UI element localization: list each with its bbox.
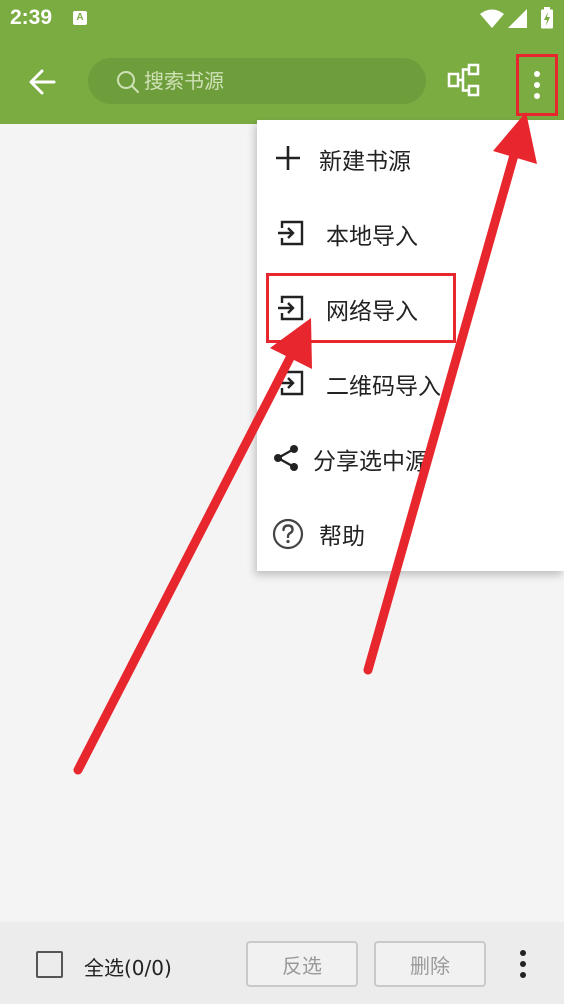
arrow-to-more-button bbox=[363, 112, 537, 675]
arrow-to-network-import bbox=[73, 318, 312, 775]
annotation-arrows bbox=[73, 112, 537, 775]
